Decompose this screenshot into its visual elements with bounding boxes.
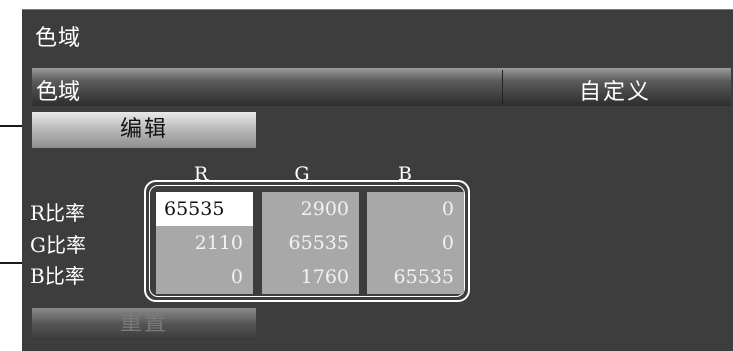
cell-r-r[interactable]: 65535 <box>156 192 253 226</box>
row-label-r-ratio: R比率 <box>30 201 86 225</box>
row-label-g-ratio: G比率 <box>30 233 86 257</box>
cell-b-r[interactable]: 0 <box>156 260 253 294</box>
panel-title: 色域 <box>35 26 82 51</box>
edit-button[interactable]: 编辑 <box>32 112 256 148</box>
cell-g-g[interactable]: 65535 <box>262 226 359 260</box>
cell-g-r[interactable]: 2110 <box>156 226 253 260</box>
row-divider <box>502 70 503 104</box>
cell-g-b[interactable]: 0 <box>367 226 464 260</box>
gamut-selector-row[interactable]: 色域 自定义 <box>32 68 731 106</box>
gamut-value: 自定义 <box>578 80 651 105</box>
cell-r-b[interactable]: 0 <box>367 192 464 226</box>
gamut-settings-panel: 色域 色域 自定义 编辑 R G B R比率 G比率 B比率 65535 290… <box>22 9 733 351</box>
gamut-label: 色域 <box>36 80 81 105</box>
row-label-b-ratio: B比率 <box>30 264 85 288</box>
cell-b-b[interactable]: 65535 <box>367 260 464 294</box>
reset-button[interactable]: 重置 <box>32 308 256 340</box>
cell-b-g[interactable]: 1760 <box>262 260 359 294</box>
cell-r-g[interactable]: 2900 <box>262 192 359 226</box>
